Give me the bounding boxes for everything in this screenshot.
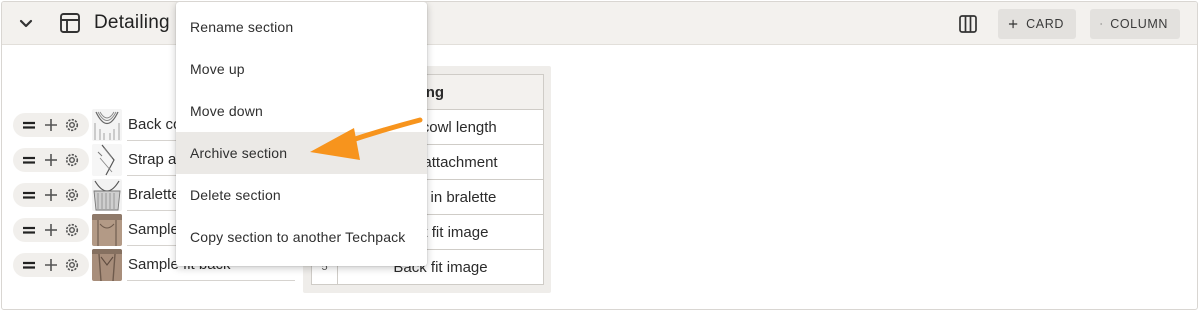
drag-handle-icon[interactable] <box>21 257 37 273</box>
section-context-menu: Rename section Move up Move down Archive… <box>176 2 427 266</box>
gear-icon[interactable] <box>64 152 80 168</box>
plus-icon[interactable] <box>43 257 59 273</box>
gear-icon[interactable] <box>64 257 80 273</box>
add-card-button[interactable]: CARD <box>998 9 1076 39</box>
card-thumbnail[interactable] <box>92 179 122 211</box>
plus-icon <box>1008 19 1018 29</box>
menu-item-move-up[interactable]: Move up <box>176 48 427 90</box>
plus-icon[interactable] <box>43 222 59 238</box>
section-title[interactable]: Detailing <box>94 12 170 34</box>
card-actions <box>13 183 89 207</box>
plus-icon[interactable] <box>43 152 59 168</box>
drag-handle-icon[interactable] <box>21 117 37 133</box>
gear-icon[interactable] <box>64 187 80 203</box>
card-actions <box>13 253 89 277</box>
columns-icon[interactable] <box>958 14 978 34</box>
card-thumbnail[interactable] <box>92 214 122 246</box>
card-thumbnail[interactable] <box>92 144 122 176</box>
card-actions <box>13 113 89 137</box>
card-thumbnail[interactable] <box>92 109 122 141</box>
add-column-label: COLUMN <box>1110 17 1168 31</box>
add-card-label: CARD <box>1026 17 1064 31</box>
menu-item-delete-section[interactable]: Delete section <box>176 174 427 216</box>
drag-handle-icon[interactable] <box>21 152 37 168</box>
gear-icon[interactable] <box>64 117 80 133</box>
add-column-button[interactable]: COLUMN <box>1090 9 1180 39</box>
techpack-section-panel: Detailing CARD COLUMN Back Strap Bralett… <box>1 1 1198 310</box>
chevron-down-icon[interactable] <box>16 14 36 34</box>
card-thumbnail[interactable] <box>92 249 122 281</box>
drag-handle-icon[interactable] <box>21 222 37 238</box>
menu-item-rename-section[interactable]: Rename section <box>176 6 427 48</box>
card-actions <box>13 218 89 242</box>
menu-item-archive-section[interactable]: Archive section <box>176 132 427 174</box>
plus-icon[interactable] <box>43 187 59 203</box>
card-actions <box>13 148 89 172</box>
gear-icon[interactable] <box>64 222 80 238</box>
plus-icon <box>1100 23 1103 25</box>
plus-icon[interactable] <box>43 117 59 133</box>
menu-item-copy-section[interactable]: Copy section to another Techpack <box>176 216 427 258</box>
drag-handle-icon[interactable] <box>21 187 37 203</box>
divider <box>127 280 295 281</box>
layout-icon <box>60 13 80 33</box>
menu-item-move-down[interactable]: Move down <box>176 90 427 132</box>
